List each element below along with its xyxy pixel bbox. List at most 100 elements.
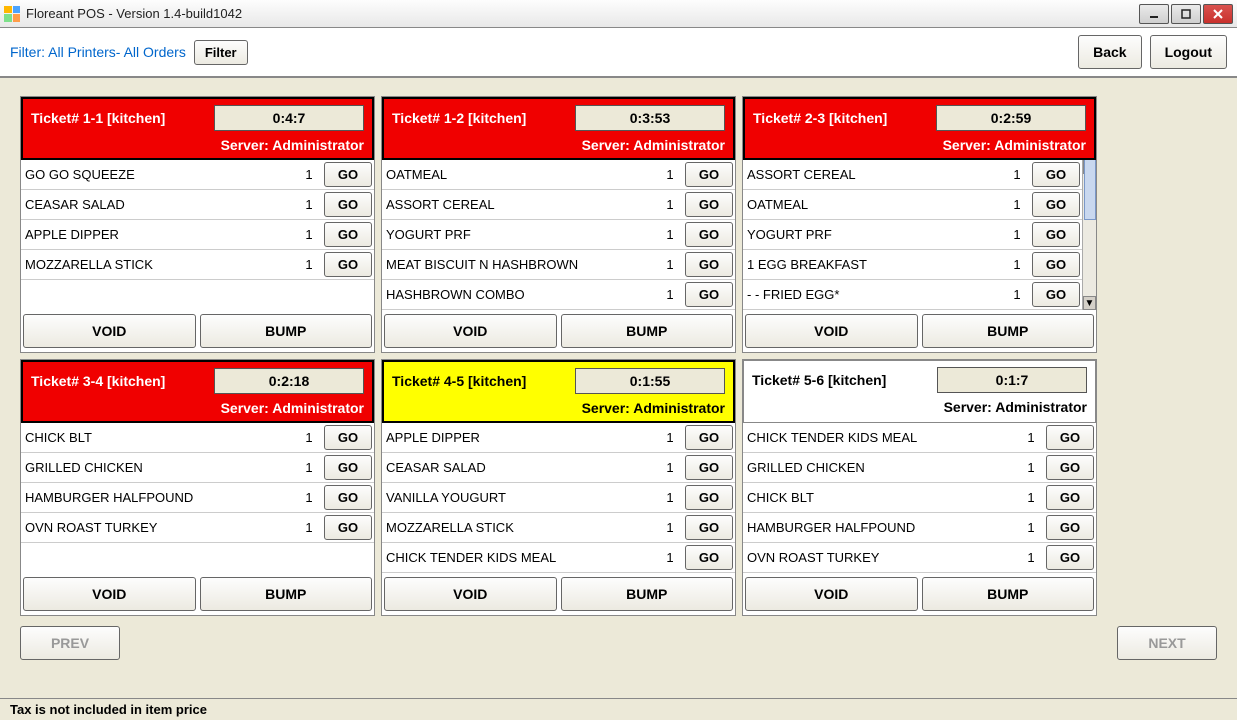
bump-button[interactable]: BUMP xyxy=(561,577,734,611)
item-row: GRILLED CHICKEN1GO xyxy=(21,453,374,483)
go-button[interactable]: GO xyxy=(1032,192,1080,217)
item-qty: 1 xyxy=(655,257,685,272)
void-button[interactable]: VOID xyxy=(384,314,557,348)
go-button[interactable]: GO xyxy=(324,485,372,510)
item-qty: 1 xyxy=(1002,287,1032,302)
go-button[interactable]: GO xyxy=(1032,162,1080,187)
bump-button[interactable]: BUMP xyxy=(200,577,373,611)
scrollbar[interactable]: ▲▼ xyxy=(1082,160,1096,310)
item-qty: 1 xyxy=(294,430,324,445)
item-name: YOGURT PRF xyxy=(747,227,1002,242)
ticket-title: Ticket# 1-2 [kitchen] xyxy=(392,110,526,126)
prev-button[interactable]: PREV xyxy=(20,626,120,660)
go-button[interactable]: GO xyxy=(324,222,372,247)
go-button[interactable]: GO xyxy=(324,425,372,450)
void-button[interactable]: VOID xyxy=(745,314,918,348)
ticket-header: Ticket# 2-3 [kitchen]0:2:59Server: Admin… xyxy=(743,97,1096,160)
go-button[interactable]: GO xyxy=(1032,222,1080,247)
scroll-down-icon[interactable]: ▼ xyxy=(1083,296,1096,310)
bump-button[interactable]: BUMP xyxy=(561,314,734,348)
item-name: MOZZARELLA STICK xyxy=(386,520,655,535)
item-name: VANILLA YOUGURT xyxy=(386,490,655,505)
ticket-server: Server: Administrator xyxy=(753,137,1086,153)
bump-button[interactable]: BUMP xyxy=(200,314,373,348)
item-row: APPLE DIPPER1GO xyxy=(21,220,374,250)
close-button[interactable] xyxy=(1203,4,1233,24)
item-row: HAMBURGER HALFPOUND1GO xyxy=(21,483,374,513)
item-name: HAMBURGER HALFPOUND xyxy=(25,490,294,505)
item-qty: 1 xyxy=(655,197,685,212)
ticket-footer: VOIDBUMP xyxy=(21,573,374,615)
next-button[interactable]: NEXT xyxy=(1117,626,1217,660)
go-button[interactable]: GO xyxy=(324,455,372,480)
pager: PREV NEXT xyxy=(20,616,1217,670)
go-button[interactable]: GO xyxy=(1046,515,1094,540)
item-qty: 1 xyxy=(1002,167,1032,182)
go-button[interactable]: GO xyxy=(685,222,733,247)
void-button[interactable]: VOID xyxy=(23,577,196,611)
item-row: OATMEAL1GO xyxy=(382,160,735,190)
void-button[interactable]: VOID xyxy=(384,577,557,611)
go-button[interactable]: GO xyxy=(1032,252,1080,277)
item-qty: 1 xyxy=(655,490,685,505)
go-button[interactable]: GO xyxy=(685,485,733,510)
go-button[interactable]: GO xyxy=(324,515,372,540)
item-name: APPLE DIPPER xyxy=(25,227,294,242)
item-name: OATMEAL xyxy=(386,167,655,182)
scrollbar-thumb[interactable] xyxy=(1084,160,1096,220)
app-icon xyxy=(4,6,20,22)
go-button[interactable]: GO xyxy=(685,515,733,540)
item-name: 1 EGG BREAKFAST xyxy=(747,257,1002,272)
minimize-button[interactable] xyxy=(1139,4,1169,24)
void-button[interactable]: VOID xyxy=(745,577,918,611)
ticket-header: Ticket# 1-2 [kitchen]0:3:53Server: Admin… xyxy=(382,97,735,160)
go-button[interactable]: GO xyxy=(685,282,733,307)
go-button[interactable]: GO xyxy=(1032,282,1080,307)
back-button[interactable]: Back xyxy=(1078,35,1141,69)
item-qty: 1 xyxy=(294,227,324,242)
item-name: CEASAR SALAD xyxy=(25,197,294,212)
item-row: MOZZARELLA STICK1GO xyxy=(21,250,374,280)
filter-button[interactable]: Filter xyxy=(194,40,248,65)
go-button[interactable]: GO xyxy=(685,252,733,277)
void-button[interactable]: VOID xyxy=(23,314,196,348)
ticket-footer: VOIDBUMP xyxy=(382,573,735,615)
item-row: YOGURT PRF1GO xyxy=(743,220,1082,250)
item-row: CHICK TENDER KIDS MEAL1GO xyxy=(743,423,1096,453)
ticket-card: Ticket# 3-4 [kitchen]0:2:18Server: Admin… xyxy=(20,359,375,616)
item-qty: 1 xyxy=(655,167,685,182)
item-name: GRILLED CHICKEN xyxy=(747,460,1016,475)
item-qty: 1 xyxy=(1016,520,1046,535)
go-button[interactable]: GO xyxy=(1046,485,1094,510)
item-qty: 1 xyxy=(294,460,324,475)
go-button[interactable]: GO xyxy=(685,455,733,480)
item-row: CEASAR SALAD1GO xyxy=(382,453,735,483)
ticket-card: Ticket# 1-2 [kitchen]0:3:53Server: Admin… xyxy=(381,96,736,353)
item-qty: 1 xyxy=(1002,227,1032,242)
go-button[interactable]: GO xyxy=(1046,455,1094,480)
go-button[interactable]: GO xyxy=(685,545,733,570)
go-button[interactable]: GO xyxy=(324,252,372,277)
item-name: MOZZARELLA STICK xyxy=(25,257,294,272)
titlebar: Floreant POS - Version 1.4-build1042 xyxy=(0,0,1237,28)
item-row: CHICK BLT1GO xyxy=(743,483,1096,513)
go-button[interactable]: GO xyxy=(685,162,733,187)
go-button[interactable]: GO xyxy=(324,192,372,217)
item-name: GRILLED CHICKEN xyxy=(25,460,294,475)
maximize-button[interactable] xyxy=(1171,4,1201,24)
item-row: ASSORT CEREAL1GO xyxy=(743,160,1082,190)
ticket-header: Ticket# 5-6 [kitchen]0:1:7Server: Admini… xyxy=(743,360,1096,423)
item-name: ASSORT CEREAL xyxy=(386,197,655,212)
item-name: CHICK TENDER KIDS MEAL xyxy=(386,550,655,565)
go-button[interactable]: GO xyxy=(685,192,733,217)
ticket-timer: 0:2:18 xyxy=(214,368,364,394)
logout-button[interactable]: Logout xyxy=(1150,35,1227,69)
go-button[interactable]: GO xyxy=(1046,425,1094,450)
go-button[interactable]: GO xyxy=(324,162,372,187)
go-button[interactable]: GO xyxy=(1046,545,1094,570)
item-row: GRILLED CHICKEN1GO xyxy=(743,453,1096,483)
bump-button[interactable]: BUMP xyxy=(922,577,1095,611)
go-button[interactable]: GO xyxy=(685,425,733,450)
item-name: ASSORT CEREAL xyxy=(747,167,1002,182)
bump-button[interactable]: BUMP xyxy=(922,314,1095,348)
